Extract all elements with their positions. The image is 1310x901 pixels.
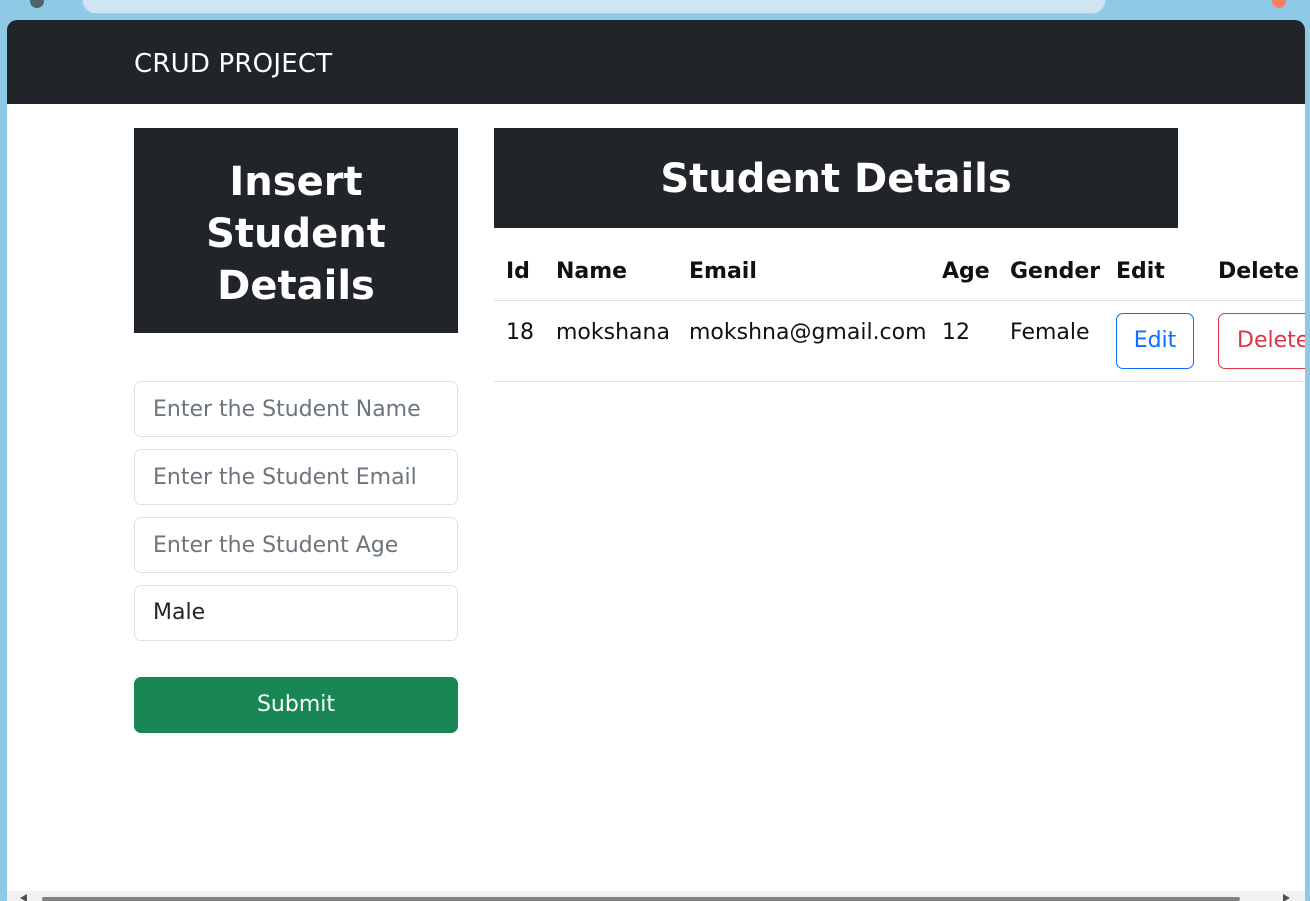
column-header-delete: Delete <box>1218 259 1300 284</box>
student-id-cell: 18 <box>506 320 534 345</box>
insert-student-panel: Insert Student Details <box>134 128 458 333</box>
student-email-input[interactable] <box>134 449 458 505</box>
edit-button[interactable]: Edit <box>1116 313 1194 369</box>
student-gender-cell: Female <box>1010 320 1090 345</box>
column-header-edit: Edit <box>1116 259 1165 284</box>
student-age-input[interactable] <box>134 517 458 573</box>
gender-select[interactable]: Male <box>134 585 458 641</box>
column-header-gender: Gender <box>1010 259 1101 284</box>
insert-student-title: Insert Student Details <box>134 156 458 312</box>
gender-selected-value: Male <box>153 600 206 625</box>
student-age-cell: 12 <box>942 320 970 345</box>
scroll-left-icon[interactable] <box>20 894 27 901</box>
scroll-right-icon[interactable] <box>1283 894 1290 901</box>
column-header-age: Age <box>942 259 990 284</box>
insert-title-line: Insert <box>229 159 363 205</box>
table-header-row: Id Name Email Age Gender Edit Delete <box>494 246 1305 301</box>
address-bar[interactable] <box>82 0 1106 14</box>
delete-button[interactable]: Delete <box>1218 313 1305 369</box>
browser-circle-icon <box>30 0 44 8</box>
column-header-email: Email <box>689 259 757 284</box>
student-details-title: Student Details <box>660 156 1012 202</box>
browser-window: CRUD PROJECT Insert Student Details Male… <box>7 20 1305 901</box>
horizontal-scrollbar[interactable] <box>7 891 1305 901</box>
navbar: CRUD PROJECT <box>7 20 1305 104</box>
student-name-input[interactable] <box>134 381 458 437</box>
column-header-name: Name <box>556 259 628 284</box>
insert-title-line: Student <box>206 211 386 257</box>
submit-button[interactable]: Submit <box>134 677 458 733</box>
column-header-id: Id <box>506 259 530 284</box>
student-email-cell: mokshna@gmail.com <box>689 320 927 345</box>
browser-top-bar <box>0 0 1310 20</box>
scroll-thumb[interactable] <box>42 897 1240 901</box>
insert-title-line: Details <box>217 263 375 309</box>
student-name-cell: mokshana <box>556 320 670 345</box>
navbar-brand[interactable]: CRUD PROJECT <box>134 48 332 80</box>
table-row: 18 mokshana mokshna@gmail.com 12 Female … <box>494 301 1305 382</box>
student-details-panel: Student Details <box>494 128 1178 228</box>
extension-icon[interactable] <box>1272 0 1286 8</box>
